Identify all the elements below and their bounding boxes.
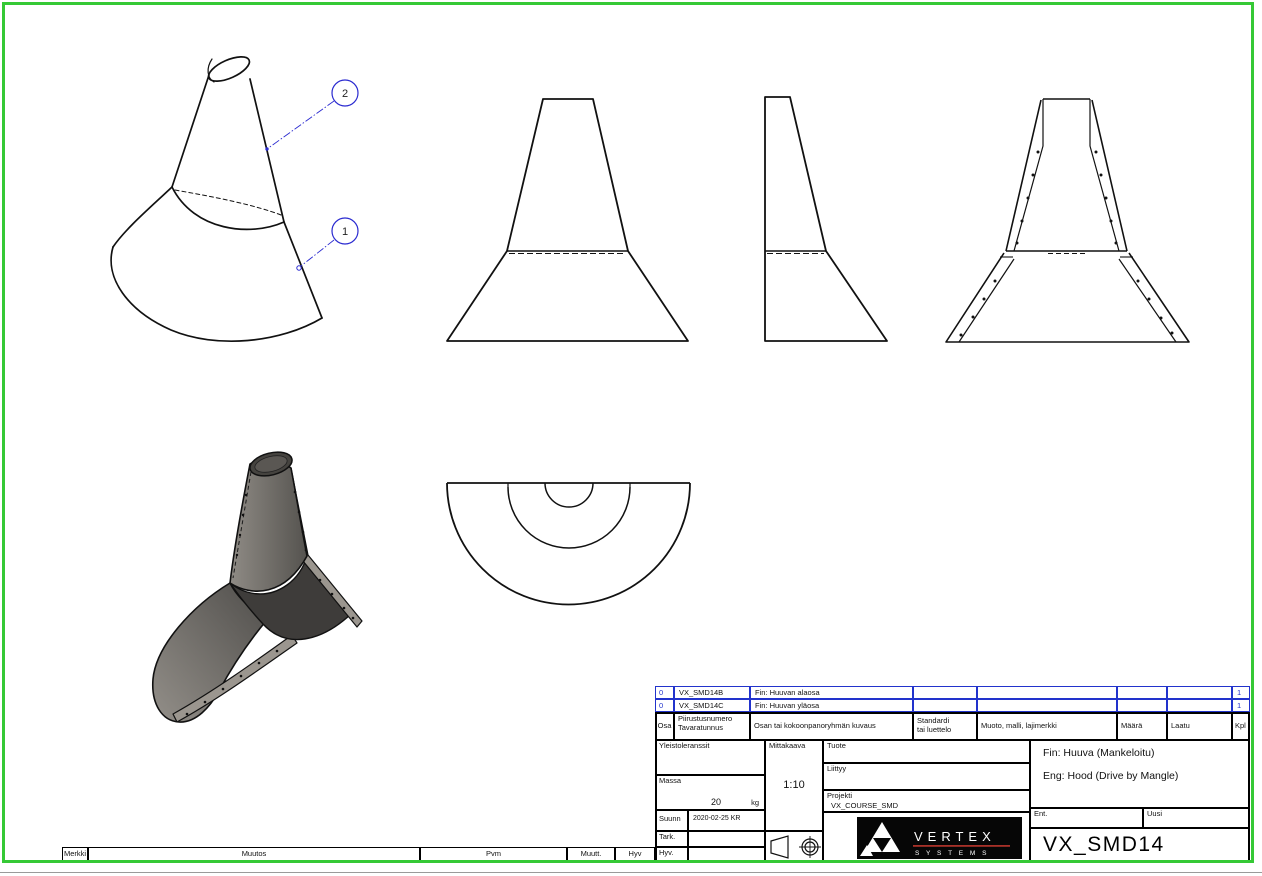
skirt-bottom-rim: [111, 247, 322, 341]
skirt-left-edge: [113, 187, 172, 247]
uusi-cell: Uusi: [1143, 808, 1250, 828]
tark-value-cell: [688, 831, 765, 847]
header-piirustusnumero: PiirustusnumeroTavaratunnus: [674, 712, 750, 740]
inner-semicircle: [545, 483, 593, 507]
back-lower-outline: [946, 253, 1189, 342]
cone-outer-surface: [230, 460, 307, 591]
title-text-cell: Fin: Huuva (Mankeloitu) Eng: Hood (Drive…: [1030, 740, 1250, 808]
header-laatu: Laatu: [1167, 712, 1232, 740]
title-fin: Fin: Huuva (Mankeloitu): [1043, 747, 1154, 759]
drawing-number-cell: VX_SMD14: [1030, 828, 1250, 862]
balloon-2-label: 2: [342, 88, 348, 100]
part-row-maara: [1117, 699, 1167, 712]
balloon-1[interactable]: 1: [297, 218, 358, 270]
designed-date: 2020-02-25 KR: [693, 815, 740, 823]
part-row-osa: 0: [655, 699, 674, 712]
header-standardi: Standarditai luettelo: [913, 712, 977, 740]
balloon-1-label: 1: [342, 226, 348, 238]
back-right-inner-flange: [1090, 99, 1119, 251]
scale-value: 1:10: [766, 779, 822, 792]
title-eng: Eng: Hood (Drive by Mangle): [1043, 770, 1178, 782]
tuote-cell: Tuote: [823, 740, 1030, 763]
header-osa: Osa: [655, 712, 674, 740]
ent-cell: Ent.: [1030, 808, 1143, 828]
view-top[interactable]: [447, 483, 690, 605]
balloon-2-leader: [267, 101, 334, 149]
project-value: VX_COURSE_SMD: [831, 802, 898, 811]
part-row-muoto: [977, 686, 1117, 699]
part-row-osa: 0: [655, 686, 674, 699]
junction-front-arc: [172, 187, 284, 229]
outer-semicircle: [447, 483, 690, 605]
projekti-cell: Projekti VX_COURSE_SMD: [823, 790, 1030, 812]
part-row-standardi: [913, 686, 977, 699]
balloon-2-leader-dot: [265, 147, 268, 150]
part-row-standardi: [913, 699, 977, 712]
mittakaava-cell: Mittakaava 1:10: [765, 740, 823, 831]
tark-label-cell: Tark.: [655, 831, 688, 847]
balloon-2[interactable]: 2: [265, 80, 358, 151]
view-isometric-wireframe[interactable]: [111, 52, 322, 341]
window-bottom-edge: [0, 872, 1262, 873]
suunn-value-cell: 2020-02-25 KR: [688, 810, 765, 831]
balloon-1-leader: [301, 240, 334, 266]
part-row-number: VX_SMD14C: [674, 699, 750, 712]
part-row-laatu: [1167, 686, 1232, 699]
suunn-label-cell: Suunn: [655, 810, 688, 831]
part-row-maara: [1117, 686, 1167, 699]
cad-drawing-sheet: { "drawing": { "number": "VX_SMD14", "ti…: [0, 0, 1262, 876]
rivet-dots: [960, 151, 1174, 337]
back-lower-right-flange: [1119, 259, 1176, 342]
part-row-description: Fin: Huuvan yläosa: [750, 699, 913, 712]
skirt-right-edge: [284, 222, 322, 318]
hyv-label-cell: Hyv.: [655, 847, 688, 862]
middle-semicircle: [508, 487, 630, 548]
view-back-flanged[interactable]: [946, 99, 1189, 342]
muutos-cell: Muutos: [88, 847, 420, 862]
cone-left-edge: [172, 75, 209, 187]
header-kuvaus: Osan tai kokoonpanoryhmän kuvaus: [750, 712, 913, 740]
part-row-kpl: 1: [1232, 686, 1250, 699]
back-right-outer-slant: [1092, 100, 1127, 251]
massa-value: 20: [711, 797, 721, 807]
part-row-muoto: [977, 699, 1117, 712]
hyv-rev-cell: Hyv: [615, 847, 655, 862]
liittyy-cell: Liittyy: [823, 763, 1030, 790]
massa-unit: kg: [751, 799, 759, 808]
logo-cell: [823, 812, 1030, 862]
drawing-number: VX_SMD14: [1043, 833, 1165, 857]
part-row-kpl: 1: [1232, 699, 1250, 712]
header-kpl: Kpl: [1232, 712, 1250, 740]
front-outline: [447, 99, 688, 341]
part-row-number: VX_SMD14B: [674, 686, 750, 699]
yleistoleranssit-cell: Yleistoleranssit: [655, 740, 765, 775]
back-left-inner-flange: [1014, 99, 1043, 251]
back-lower-left-flange: [959, 259, 1014, 342]
header-maara: Määrä: [1117, 712, 1167, 740]
side-outline: [765, 97, 887, 341]
view-shaded-3d[interactable]: [153, 448, 362, 722]
part-row-laatu: [1167, 699, 1232, 712]
massa-cell: Massa 20 kg: [655, 775, 765, 810]
back-left-outer-slant: [1006, 100, 1041, 251]
view-side[interactable]: [765, 97, 887, 341]
balloon-1-leader-dot: [297, 266, 301, 270]
pvm-cell: Pvm: [420, 847, 567, 862]
projection-symbol-cell: [765, 831, 823, 862]
merkki-cell: Merkki: [62, 847, 88, 862]
part-row-description: Fin: Huuvan alaosa: [750, 686, 913, 699]
header-muoto: Muoto, malli, lajimerkki: [977, 712, 1117, 740]
hyv-value-cell: [688, 847, 765, 862]
view-front[interactable]: [447, 99, 688, 341]
muutt-cell: Muutt.: [567, 847, 615, 862]
